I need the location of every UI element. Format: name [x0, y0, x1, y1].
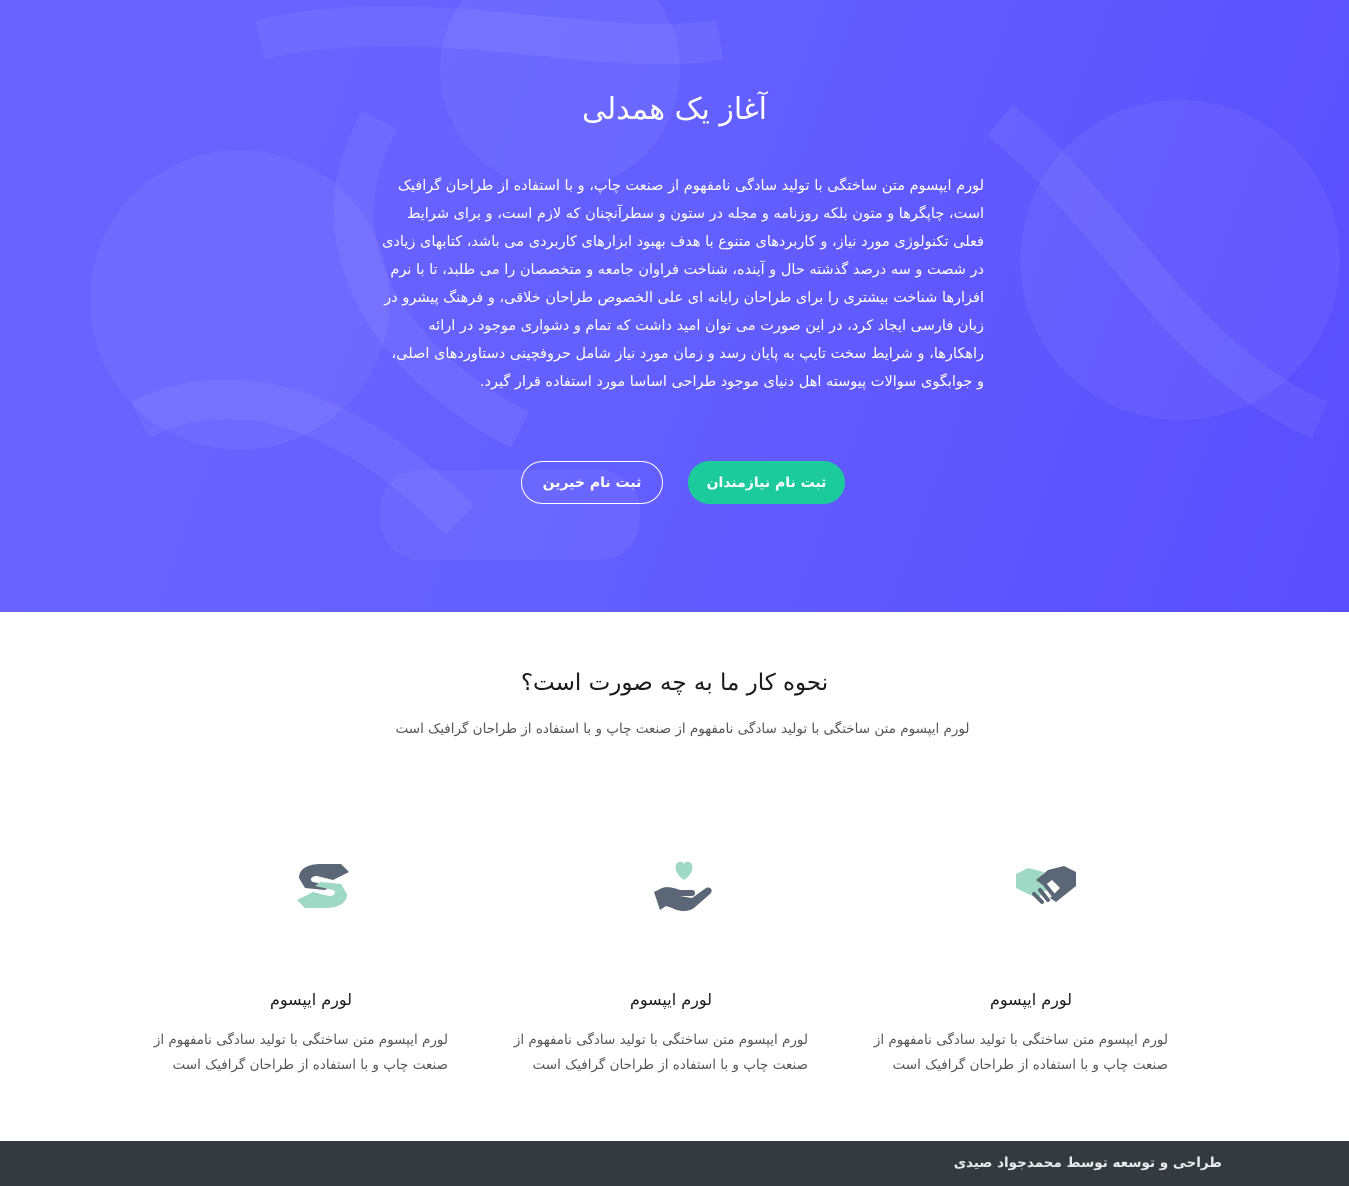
helping-hands-icon [297, 864, 349, 908]
register-needy-button[interactable]: ثبت نام نیازمندان [688, 461, 845, 504]
how-it-works-subtitle: لورم ایپسوم متن ساختگی با تولید سادگی نا… [395, 721, 970, 737]
register-donors-button[interactable]: ثبت نام خیرین [521, 461, 663, 504]
feature-title-1: لورم ایپسوم [989, 990, 1073, 1009]
how-it-works-title: نحوه کار ما به چه صورت است؟ [520, 670, 829, 696]
feature-title-2: لورم ایپسوم [629, 990, 713, 1009]
hero-description: لورم ایپسوم متن ساختگی با تولید سادگی نا… [382, 178, 984, 390]
feature-text-1: لورم ایپسوم متن ساختگی با تولید سادگی نا… [873, 1032, 1168, 1073]
hand-heart-icon [654, 861, 712, 911]
feature-text-2: لورم ایپسوم متن ساختگی با تولید سادگی نا… [513, 1032, 808, 1073]
footer-credit: طراحی و توسعه توسط محمدجواد صیدی [953, 1155, 1222, 1171]
hero-section: آغاز یک همدلی لورم ایپسوم متن ساختگی با … [0, 0, 1349, 612]
footer: طراحی و توسعه توسط محمدجواد صیدی [0, 1141, 1349, 1186]
handshake-icon [1016, 866, 1076, 904]
feature-text-3: لورم ایپسوم متن ساختگی با تولید سادگی نا… [153, 1032, 448, 1073]
feature-title-3: لورم ایپسوم [269, 990, 353, 1009]
hero-title: آغاز یک همدلی [582, 92, 767, 127]
